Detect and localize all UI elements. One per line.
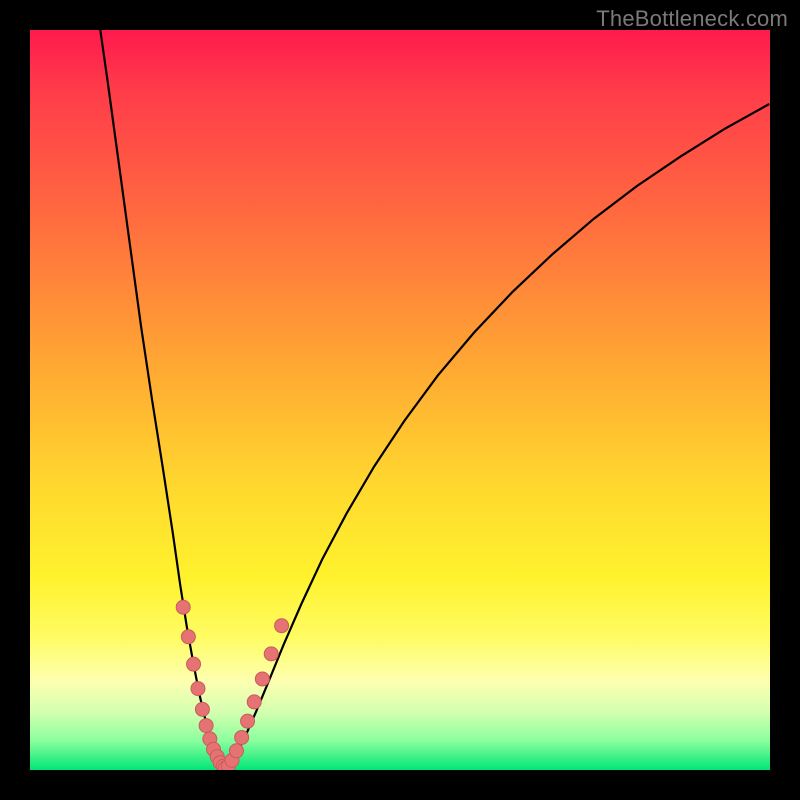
curve-right-branch — [225, 104, 769, 768]
data-dot — [191, 682, 205, 696]
curve-left-branch — [100, 30, 225, 768]
data-dot — [195, 702, 209, 716]
data-dot — [264, 647, 278, 661]
watermark-text: TheBottleneck.com — [596, 6, 788, 32]
data-dot — [199, 719, 213, 733]
data-dot — [275, 619, 289, 633]
data-dot — [247, 695, 261, 709]
data-dot — [187, 657, 201, 671]
data-dot — [181, 630, 195, 644]
data-dot — [255, 672, 269, 686]
data-dot — [229, 744, 243, 758]
chart-plot-area — [30, 30, 770, 770]
chart-svg — [30, 30, 770, 770]
data-dot — [176, 600, 190, 614]
data-dot — [241, 714, 255, 728]
data-dots-group — [176, 600, 288, 770]
data-dot — [235, 730, 249, 744]
